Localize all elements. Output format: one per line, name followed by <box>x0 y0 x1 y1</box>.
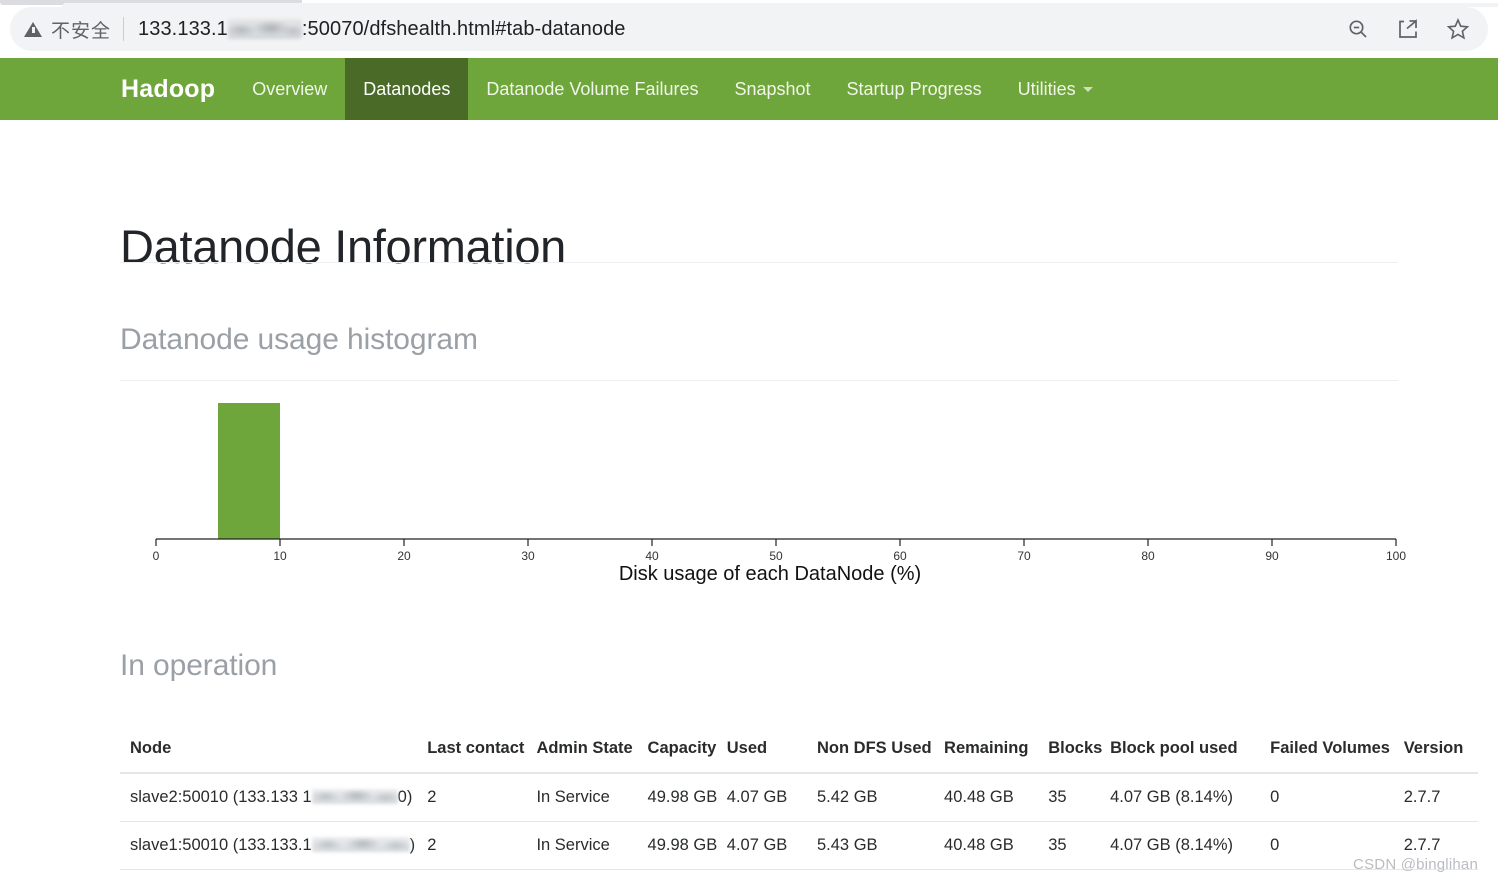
nav-item-utilities[interactable]: Utilities <box>1000 58 1111 120</box>
node-name-prefix: slave2:50010 (133.133 1 <box>130 788 312 806</box>
tick-label: 80 <box>1141 549 1155 563</box>
cell-node[interactable]: slave2:50010 (133.133 1 0) <box>120 773 428 822</box>
address-bar[interactable]: 不安全 133.133.1 :50070/dfshealth.html#tab-d… <box>10 7 1488 51</box>
nav-item-startup-progress[interactable]: Startup Progress <box>829 58 1000 120</box>
page-title: Datanode Information <box>120 220 567 274</box>
tick-label: 50 <box>769 549 783 563</box>
url-suffix: :50070/dfshealth.html#tab-datanode <box>301 17 626 40</box>
zoom-out-icon[interactable] <box>1346 17 1370 41</box>
table-header-row: Node Last contact Admin State Capacity U… <box>120 732 1478 774</box>
column-header-used[interactable]: Used <box>726 732 817 774</box>
histogram-ticks <box>155 539 1397 546</box>
cell-admin-state: In Service <box>536 773 648 822</box>
node-name-suffix: 0) <box>397 788 413 806</box>
cell-admin-state: In Service <box>536 821 648 870</box>
tick-label: 60 <box>893 549 907 563</box>
share-icon[interactable] <box>1396 17 1420 41</box>
datanode-table: Node Last contact Admin State Capacity U… <box>120 732 1478 870</box>
tick-label: 90 <box>1265 549 1279 563</box>
url-redacted-region <box>227 19 302 40</box>
nav-item-datanode-volume-failures[interactable]: Datanode Volume Failures <box>468 58 716 120</box>
column-header-non-dfs-used[interactable]: Non DFS Used <box>817 732 945 774</box>
histogram-heading: Datanode usage histogram <box>120 323 478 356</box>
column-header-remaining[interactable]: Remaining <box>944 732 1049 774</box>
datanode-usage-histogram: 2 0 10 20 30 40 50 60 70 80 90 100 Disk … <box>120 400 1410 590</box>
main-navbar: Hadoop Overview Datanodes Datanode Volum… <box>0 58 1498 120</box>
cell-last-contact: 2 <box>427 773 537 822</box>
histogram-tick-labels: 0 10 20 30 40 50 60 70 80 90 100 <box>153 549 1407 563</box>
tick-label: 30 <box>521 549 535 563</box>
column-header-capacity[interactable]: Capacity <box>647 732 727 774</box>
column-header-failed-volumes[interactable]: Failed Volumes <box>1270 732 1404 774</box>
cell-failed-volumes: 0 <box>1270 773 1404 822</box>
browser-chrome: 不安全 133.133.1 :50070/dfshealth.html#tab-d… <box>0 0 1498 58</box>
nav-item-snapshot[interactable]: Snapshot <box>716 58 828 120</box>
cell-last-contact: 2 <box>427 821 537 870</box>
cell-blocks: 35 <box>1048 821 1111 870</box>
cell-used: 4.07 GB <box>726 773 817 822</box>
nav-item-overview[interactable]: Overview <box>234 58 345 120</box>
column-header-version[interactable]: Version <box>1403 732 1478 774</box>
node-name-suffix: ) <box>409 836 416 854</box>
omnibox-actions <box>1346 17 1470 41</box>
node-redacted-region <box>311 789 398 805</box>
url-text: 133.133.1 :50070/dfshealth.html#tab-datan… <box>138 18 626 41</box>
cell-remaining: 40.48 GB <box>944 773 1049 822</box>
cell-version: 2.7.7 <box>1403 773 1478 822</box>
node-name-prefix: slave1:50010 (133.133.1 <box>130 836 312 854</box>
table-row[interactable]: slave1:50010 (133.133.1) 2 In Service 49… <box>120 821 1478 870</box>
column-header-node[interactable]: Node <box>120 732 428 774</box>
tick-label: 100 <box>1386 549 1406 563</box>
cell-capacity: 49.98 GB <box>647 821 727 870</box>
tick-label: 20 <box>397 549 411 563</box>
tick-label: 70 <box>1017 549 1031 563</box>
cell-remaining: 40.48 GB <box>944 821 1049 870</box>
nav-item-datanodes[interactable]: Datanodes <box>345 58 469 120</box>
histogram-x-axis-label: Disk usage of each DataNode (%) <box>619 563 921 585</box>
tick-label: 10 <box>273 549 287 563</box>
page-content: Datanode Information Datanode usage hist… <box>0 120 1498 876</box>
title-divider <box>120 262 1398 263</box>
brand-hadoop[interactable]: Hadoop <box>108 58 234 120</box>
column-header-last-contact[interactable]: Last contact <box>427 732 537 774</box>
column-header-admin-state[interactable]: Admin State <box>536 732 648 774</box>
nav-item-utilities-label: Utilities <box>1017 78 1076 99</box>
cell-node[interactable]: slave1:50010 (133.133.1) <box>120 821 428 870</box>
cell-blocks: 35 <box>1048 773 1111 822</box>
cell-non-dfs-used: 5.43 GB <box>817 821 945 870</box>
histogram-bar-value: 2 <box>245 544 252 559</box>
cell-capacity: 49.98 GB <box>647 773 727 822</box>
histogram-bar[interactable] <box>218 403 280 539</box>
warning-triangle-icon <box>24 21 42 37</box>
table-row[interactable]: slave2:50010 (133.133 1 0) 2 In Service 4… <box>120 773 1478 822</box>
cell-block-pool-used: 4.07 GB (8.14%) <box>1110 773 1271 822</box>
cell-block-pool-used: 4.07 GB (8.14%) <box>1110 821 1271 870</box>
cell-used: 4.07 GB <box>726 821 817 870</box>
url-prefix: 133.133.1 <box>138 17 228 40</box>
site-security-chip[interactable]: 不安全 <box>24 16 111 43</box>
in-operation-heading: In operation <box>120 649 278 682</box>
tick-label: 0 <box>153 549 160 563</box>
security-label: 不安全 <box>51 20 112 42</box>
cell-non-dfs-used: 5.42 GB <box>817 773 945 822</box>
omnibox-divider <box>123 17 125 41</box>
bookmark-star-icon[interactable] <box>1446 17 1470 41</box>
histogram-divider <box>120 380 1398 381</box>
column-header-block-pool-used[interactable]: Block pool used <box>1110 732 1271 774</box>
tab-strip <box>0 0 1498 7</box>
watermark: CSDN @binglihan <box>1353 856 1478 873</box>
column-header-blocks[interactable]: Blocks <box>1048 732 1111 774</box>
chevron-down-icon <box>1082 86 1093 92</box>
node-redacted-region <box>311 837 410 853</box>
tick-label: 40 <box>645 549 659 563</box>
histogram-svg: 2 0 10 20 30 40 50 60 70 80 90 100 Disk … <box>153 403 1407 585</box>
